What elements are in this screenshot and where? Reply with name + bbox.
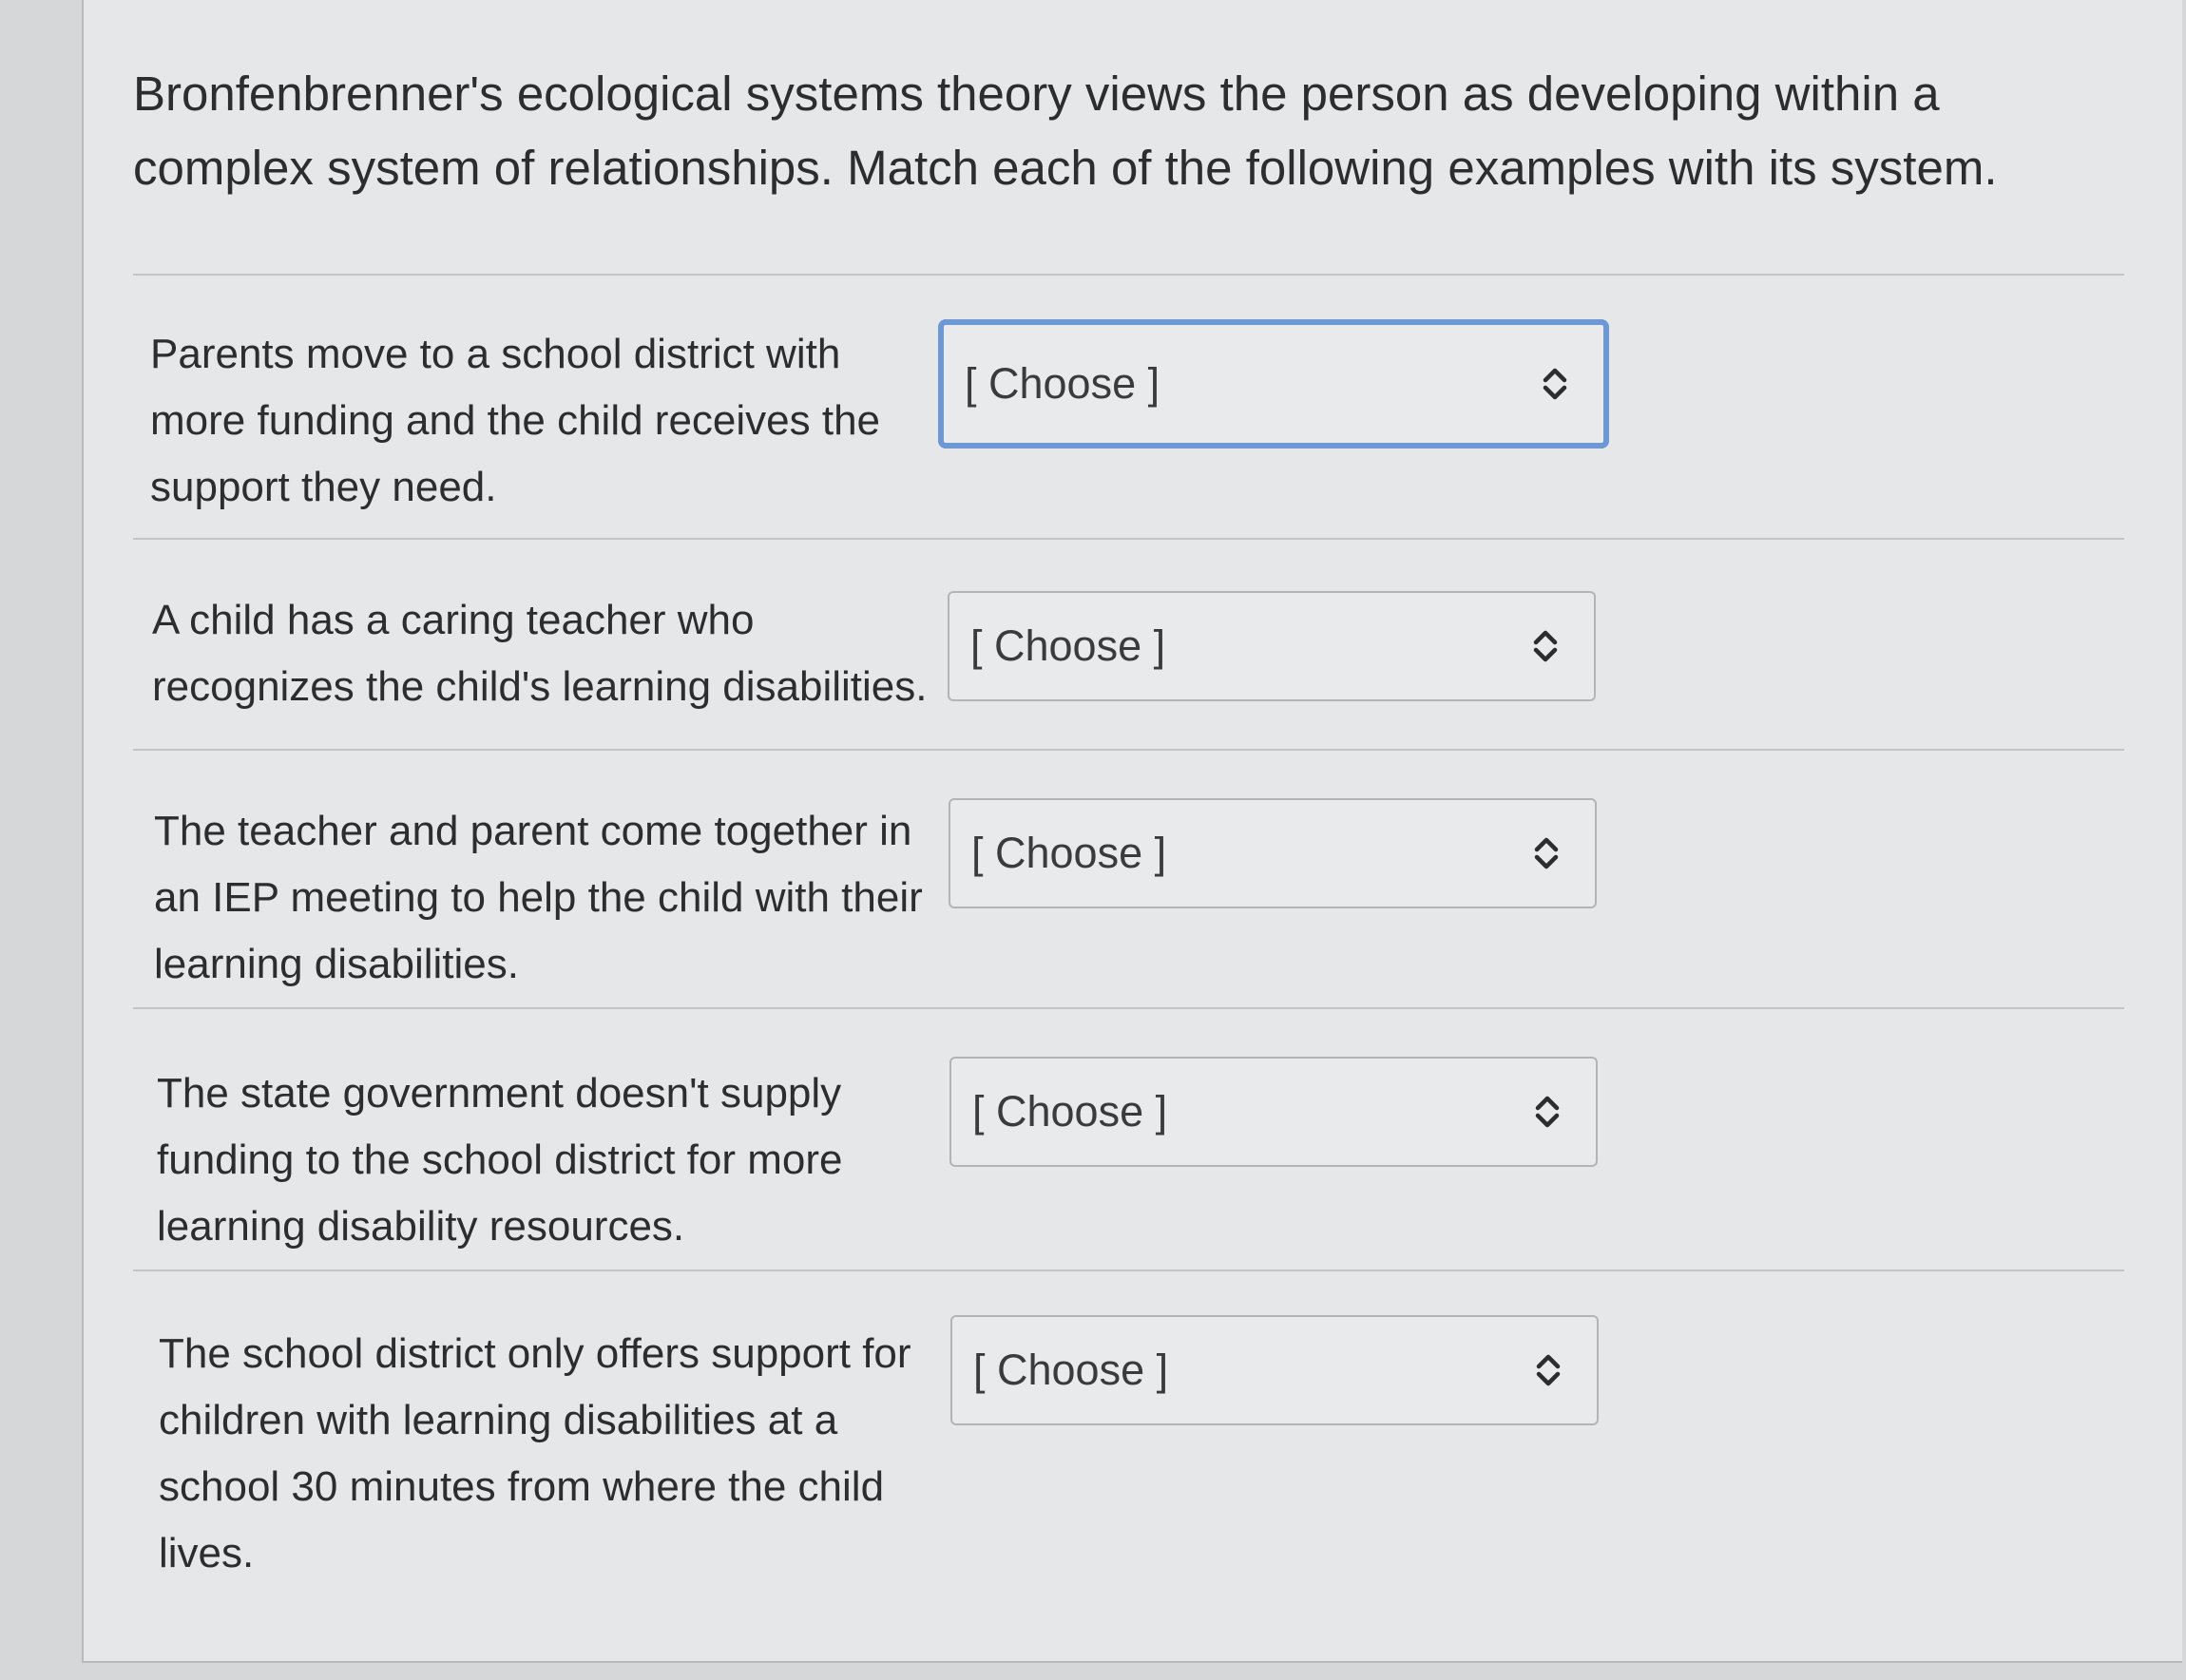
item-2-select[interactable]: [ Choose ] [948,591,1596,701]
divider [133,749,2124,751]
item-4-select-value: [ Choose ] [972,1087,1168,1136]
chevron-up-down-icon [1534,837,1559,869]
chevron-up-down-icon [1536,1354,1561,1386]
item-2-select-value: [ Choose ] [970,621,1166,670]
chevron-up-down-icon [1535,1096,1560,1128]
item-3-text: The teacher and parent come together in … [154,808,923,987]
item-5-select-value: [ Choose ] [973,1346,1169,1394]
item-1-select-value: [ Choose ] [965,359,1160,408]
item-1-text: Parents move to a school district with m… [150,331,881,510]
item-5-text: The school district only offers support … [159,1330,911,1576]
chevron-up-down-icon [1533,630,1558,662]
item-1-select[interactable]: [ Choose ] [938,319,1609,449]
chevron-up-down-icon [1543,368,1567,400]
item-4-text: The state government doesn't supply fund… [157,1070,843,1250]
item-2-text: A child has a caring teacher who recogni… [152,597,928,710]
divider [133,274,2124,276]
divider [133,538,2124,540]
item-4-select[interactable]: [ Choose ] [949,1057,1598,1167]
item-3-select[interactable]: [ Choose ] [949,798,1597,908]
divider [133,1007,2124,1009]
question-prompt: Bronfenbrenner's ecological systems theo… [133,67,1998,195]
item-5-select[interactable]: [ Choose ] [950,1315,1599,1425]
item-3-select-value: [ Choose ] [971,829,1167,877]
divider [133,1270,2124,1271]
